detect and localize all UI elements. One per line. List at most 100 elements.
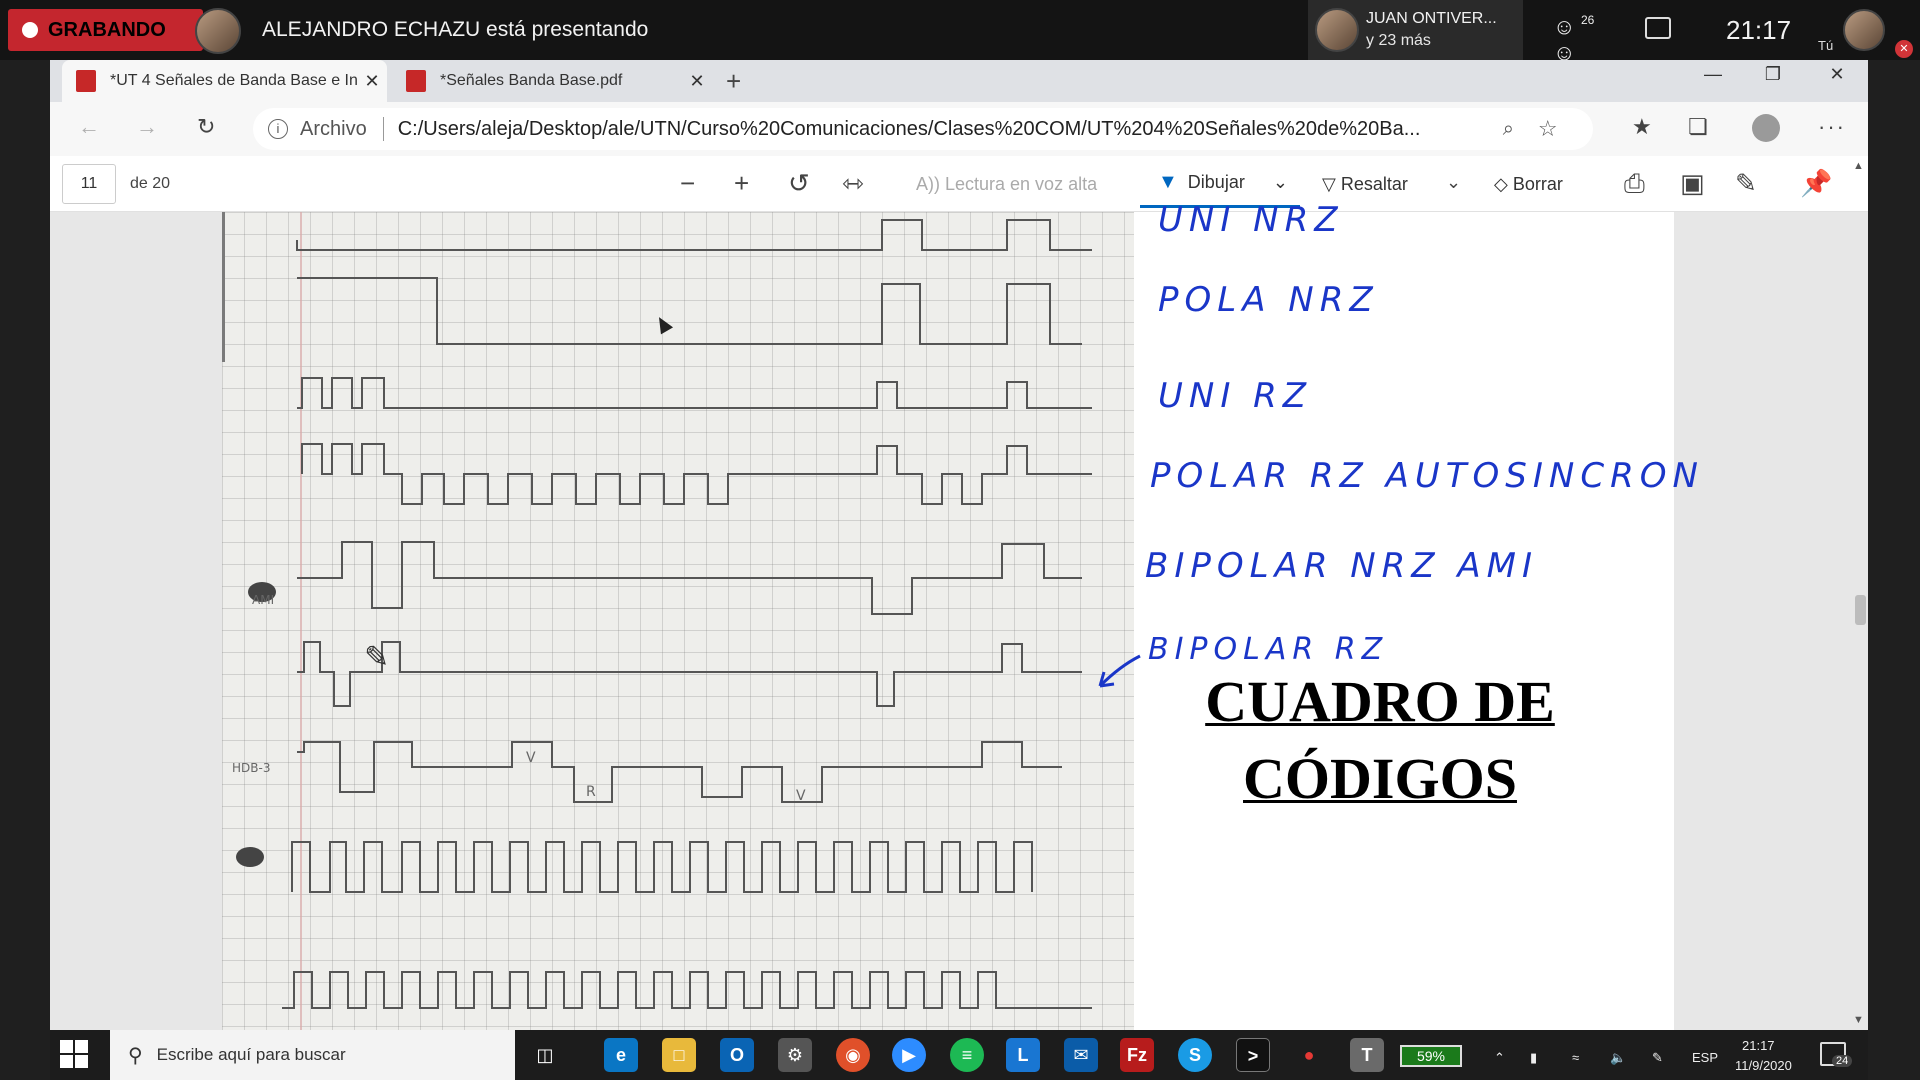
back-arrow-icon[interactable]: ← — [78, 114, 100, 140]
battery-indicator[interactable]: 59% — [1400, 1045, 1462, 1067]
l-app-icon[interactable]: L — [1006, 1038, 1040, 1072]
search-icon: ⚲ — [128, 1044, 143, 1067]
language-indicator[interactable]: ESP — [1692, 1050, 1718, 1065]
skype-icon[interactable]: S — [1178, 1038, 1212, 1072]
chat-icon[interactable] — [1645, 17, 1671, 39]
tab-ut4-pdf[interactable]: *UT 4 Señales de Banda Base e In ✕ — [62, 60, 387, 102]
erase-label: Borrar — [1512, 174, 1563, 194]
pen-icon: ▼ — [1158, 171, 1178, 193]
url-text[interactable]: C:/Users/aleja/Desktop/ale/UTN/Curso%20C… — [398, 118, 1483, 141]
tab-title: *Señales Banda Base.pdf — [440, 72, 623, 89]
terminal-icon[interactable]: > — [1236, 1038, 1270, 1072]
wifi-icon[interactable]: ≈ — [1572, 1050, 1579, 1065]
app-icon[interactable]: ⚙ — [778, 1038, 812, 1072]
pen-tray-icon[interactable]: ✎ — [1652, 1050, 1663, 1066]
zoom-app-icon[interactable]: ▶ — [892, 1038, 926, 1072]
info-icon[interactable]: i — [268, 119, 288, 139]
tab-senales-pdf[interactable]: *Señales Banda Base.pdf ✕ — [392, 60, 712, 102]
scrollbar-thumb[interactable] — [1855, 595, 1866, 625]
close-tab-icon[interactable]: ✕ — [682, 71, 712, 92]
label-bipolar-nrz: BIPOLAR NRZ AMI — [1145, 546, 1539, 586]
spotify-icon[interactable]: ≡ — [950, 1038, 984, 1072]
waveform-drawings: AMI HDB-3 V R V — [232, 219, 1092, 1009]
read-aloud-label: Lectura en voz alta — [945, 174, 1098, 194]
fit-page-icon[interactable]: ⇿ — [842, 168, 864, 199]
chrome-icon[interactable]: ◉ — [836, 1038, 870, 1072]
maximize-button[interactable]: ❐ — [1750, 64, 1796, 94]
zoom-out-icon[interactable]: − — [680, 168, 695, 199]
participant-avatar — [1315, 8, 1359, 52]
arrow-annotation-icon — [1098, 654, 1141, 688]
highlight-label: Resaltar — [1340, 174, 1408, 194]
favorite-star-icon[interactable]: ☆ — [1538, 116, 1558, 142]
chevron-down-icon[interactable]: ⌄ — [1273, 172, 1288, 193]
zoom-in-icon[interactable]: + — [734, 168, 749, 199]
filezilla-icon[interactable]: Fz — [1120, 1038, 1154, 1072]
outlook-icon[interactable]: O — [720, 1038, 754, 1072]
page-title-line2: CÓDIGOS — [1243, 746, 1517, 811]
forward-arrow-icon[interactable]: → — [136, 114, 158, 140]
row-label-hdb3: HDB-3 — [232, 761, 270, 775]
mic-muted-icon: ✕ — [1895, 40, 1913, 58]
participant-more: y 23 más — [1366, 32, 1431, 49]
wave-manchester-diff — [282, 971, 1092, 1009]
teams-app-icon[interactable]: T — [1350, 1038, 1384, 1072]
reload-icon[interactable]: ↻ — [197, 114, 215, 140]
ink-blot-mark — [236, 847, 264, 867]
drop-icon[interactable]: ● — [1292, 1038, 1326, 1072]
chevron-down-icon[interactable]: ⌄ — [1446, 172, 1461, 193]
label-polar-nrz: POLA NRZ — [1158, 280, 1379, 320]
collections-icon[interactable]: ❏ — [1688, 114, 1708, 140]
close-window-button[interactable]: ✕ — [1814, 64, 1860, 94]
edge-icon[interactable]: e — [604, 1038, 638, 1072]
tray-time[interactable]: 21:17 — [1742, 1038, 1775, 1053]
presenter-text: ALEJANDRO ECHAZU está presentando — [262, 18, 649, 41]
row-label-ami: AMI — [252, 593, 274, 607]
page-count: de 20 — [130, 175, 171, 192]
minimize-button[interactable]: — — [1690, 64, 1736, 94]
draw-label: Dibujar — [1187, 172, 1245, 192]
taskbar-search[interactable]: ⚲ Escribe aquí para buscar — [110, 1030, 515, 1080]
read-aloud-button[interactable]: A)) Lectura en voz alta — [916, 174, 1097, 195]
favorites-icon[interactable]: ★ — [1632, 114, 1652, 140]
notification-count: 24 — [1832, 1055, 1853, 1067]
page-title-line1: CUADRO DE — [1205, 669, 1555, 734]
erase-button[interactable]: ◇ Borrar — [1494, 174, 1563, 195]
label-uni-rz: UNI RZ — [1158, 376, 1313, 416]
profile-icon[interactable] — [1752, 114, 1780, 142]
more-options-icon[interactable]: ··· — [1818, 114, 1846, 140]
tray-date[interactable]: 11/9/2020 — [1735, 1058, 1792, 1073]
rotate-icon[interactable]: ↺ — [788, 168, 810, 199]
wave-bipolar-ami — [297, 541, 1082, 615]
address-bar[interactable]: i Archivo C:/Users/aleja/Desktop/ale/UTN… — [253, 108, 1593, 150]
close-tab-icon[interactable]: ✕ — [357, 71, 387, 92]
zoom-icon[interactable]: ⌕ — [1503, 118, 1514, 141]
chevron-up-icon[interactable]: ⌃ — [1494, 1050, 1505, 1066]
meeting-side-margin — [1868, 60, 1920, 1080]
task-view-icon[interactable]: ◫ — [528, 1038, 562, 1072]
save-icon[interactable]: ▣ — [1680, 168, 1705, 199]
battery-icon[interactable]: ▮ — [1530, 1050, 1537, 1066]
wave-hdb3 — [297, 741, 1062, 803]
label-bipolar-rz: BIPOLAR RZ — [1148, 632, 1389, 667]
file-explorer-icon[interactable]: □ — [662, 1038, 696, 1072]
pdf-icon — [76, 70, 96, 92]
pin-icon[interactable]: 📌 — [1800, 168, 1832, 199]
wave-uni-nrz — [296, 219, 1092, 251]
self-avatar[interactable] — [1843, 9, 1885, 51]
presenter-avatar — [195, 8, 241, 54]
new-tab-button[interactable]: + — [726, 66, 741, 97]
wave-polar-nrz — [297, 277, 1082, 345]
save-as-icon[interactable]: ✎ — [1735, 168, 1757, 199]
people-count: 26 — [1581, 13, 1595, 27]
volume-icon[interactable]: 🔈 — [1610, 1050, 1626, 1066]
mail-icon[interactable]: ✉ — [1064, 1038, 1098, 1072]
scroll-up-icon[interactable]: ▲ — [1853, 160, 1864, 172]
print-icon[interactable]: ⎙ — [1624, 168, 1645, 200]
url-separator — [382, 117, 384, 141]
windows-start-icon[interactable] — [60, 1040, 88, 1068]
highlight-button[interactable]: ▽ Resaltar — [1322, 174, 1408, 195]
wave-uni-rz — [297, 377, 1092, 409]
scroll-down-icon[interactable]: ▼ — [1853, 1014, 1864, 1026]
page-number-input[interactable]: 11 — [62, 164, 116, 204]
